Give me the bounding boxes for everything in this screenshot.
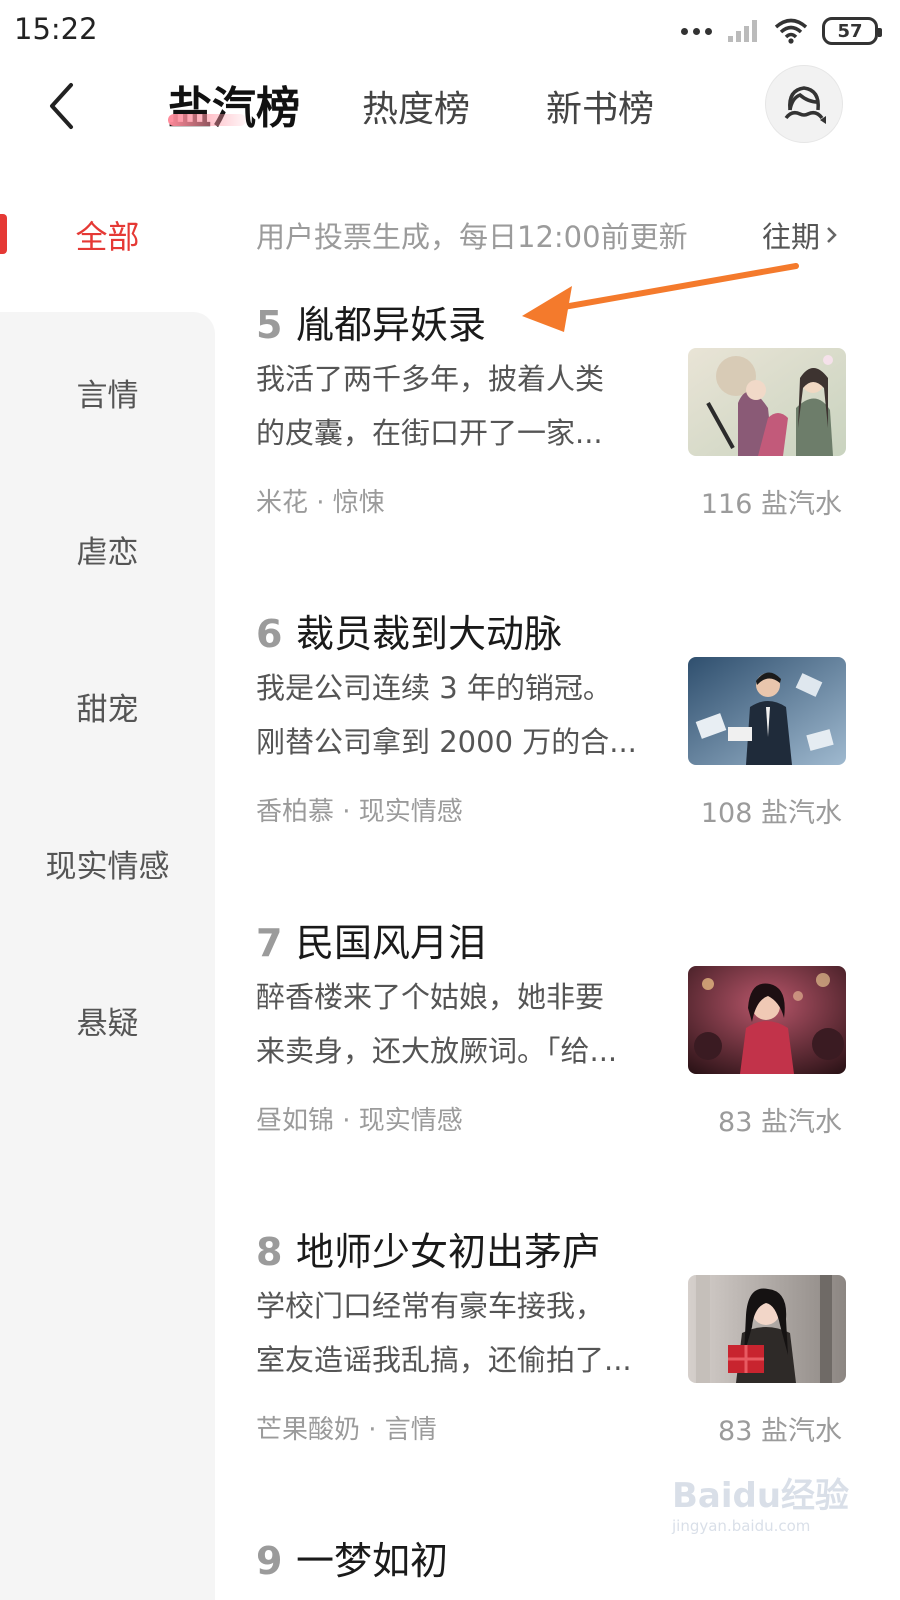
book-cover-image — [688, 657, 846, 765]
book-cover-image — [688, 348, 846, 456]
book-description-line: 室友造谣我乱搞，还偷拍了... — [256, 1343, 632, 1377]
history-link[interactable]: 往期 — [762, 214, 838, 256]
chevron-right-icon — [827, 227, 837, 243]
book-description-line: 学校门口经常有豪车接我， — [256, 1289, 605, 1323]
active-tab-indicator — [168, 114, 246, 126]
book-title-text: 裁员裁到大动脉 — [296, 612, 563, 656]
book-description-line: 醉香楼来了个姑娘，她非要 — [256, 980, 605, 1014]
sidebar-item-suspense[interactable]: 悬疑 — [0, 998, 215, 1043]
book-description-line: 的皮囊，在街口开了一家... — [256, 416, 603, 450]
book-rank: 7 — [256, 921, 283, 965]
baidu-watermark: Baidu经验 jingyan.baidu.com — [672, 1468, 852, 1558]
book-score: 108 盐汽水 — [700, 798, 842, 829]
book-item[interactable]: 6 裁员裁到大动脉 我是公司连续 3 年的销冠。 刚替公司拿到 2000 万的合.… — [256, 603, 846, 853]
book-title-text: 一梦如初 — [296, 1539, 449, 1583]
book-description: 学校门口经常有豪车接我， 室友造谣我乱搞，还偷拍了... — [256, 1279, 656, 1387]
watermark-text: Baidu经验 — [672, 1476, 850, 1516]
book-score: 83 盐汽水 — [718, 1416, 842, 1447]
tab-popularity-chart[interactable]: 热度榜 — [362, 80, 470, 132]
book-description-line: 来卖身，还大放厥词。「给... — [256, 1034, 618, 1068]
book-cover-image — [688, 966, 846, 1074]
book-description-line: 我活了两千多年，披着人类 — [256, 362, 605, 396]
book-title: 8 地师少女初出茅庐 — [256, 1221, 600, 1276]
book-title: 5 胤都异妖录 — [256, 294, 486, 349]
avatar-button[interactable] — [765, 65, 843, 143]
book-description: 我是公司连续 3 年的销冠。 刚替公司拿到 2000 万的合... — [256, 661, 656, 769]
book-rank: 5 — [256, 303, 283, 347]
history-label: 往期 — [762, 220, 821, 254]
book-title-text: 地师少女初出茅庐 — [296, 1230, 601, 1274]
book-title-text: 胤都异妖录 — [296, 303, 487, 347]
watermark-url: jingyan.baidu.com — [672, 1517, 811, 1535]
status-icons: 57 — [681, 14, 882, 48]
back-button[interactable] — [36, 76, 86, 136]
sidebar-item-romance[interactable]: 言情 — [0, 370, 215, 415]
book-item[interactable]: 8 地师少女初出茅庐 学校门口经常有豪车接我， 室友造谣我乱搞，还偷拍了... 芒… — [256, 1221, 846, 1471]
book-meta: 芒果酸奶 · 言情 — [256, 1415, 437, 1445]
book-meta: 昼如锦 · 现实情感 — [256, 1106, 463, 1136]
book-rank: 6 — [256, 612, 283, 656]
book-cover-image — [688, 1275, 846, 1383]
book-meta: 米花 · 惊悚 — [256, 488, 385, 518]
book-score: 83 盐汽水 — [718, 1107, 842, 1138]
book-title: 6 裁员裁到大动脉 — [256, 603, 562, 658]
sidebar-item-realistic[interactable]: 现实情感 — [0, 841, 215, 886]
book-rank: 9 — [256, 1539, 283, 1583]
sidebar-item-angst[interactable]: 虐恋 — [0, 527, 215, 572]
cellular-signal-icon — [728, 20, 757, 42]
back-arrow-icon — [50, 83, 73, 129]
book-item[interactable]: 7 民国风月泪 醉香楼来了个姑娘，她非要 来卖身，还大放厥词。「给... 昼如锦 … — [256, 912, 846, 1162]
book-description: 醉香楼来了个姑娘，她非要 来卖身，还大放厥词。「给... — [256, 970, 656, 1078]
book-meta: 香柏慕 · 现实情感 — [256, 797, 463, 827]
book-title: 9 一梦如初 — [256, 1530, 448, 1585]
sidebar-item-sweet[interactable]: 甜宠 — [0, 684, 215, 729]
status-bar: 15:22 57 — [0, 0, 900, 60]
book-title: 7 民国风月泪 — [256, 912, 486, 967]
top-nav: 盐汽榜 热度榜 新书榜 — [0, 62, 900, 152]
more-dots-icon — [681, 27, 712, 35]
battery-indicator: 57 — [822, 17, 882, 45]
book-description: 我活了两千多年，披着人类 的皮囊，在街口开了一家... — [256, 352, 656, 460]
book-description-line: 我是公司连续 3 年的销冠。 — [256, 671, 612, 705]
tab-salt-soda-chart[interactable]: 盐汽榜 — [168, 72, 300, 136]
sidebar-item-all[interactable]: 全部 — [0, 212, 215, 258]
list-subtitle: 用户投票生成，每日12:00前更新 — [256, 220, 688, 254]
book-rank: 8 — [256, 1230, 283, 1274]
annotation-arrow-icon — [522, 263, 799, 332]
tab-new-books-chart[interactable]: 新书榜 — [546, 80, 654, 132]
book-score: 116 盐汽水 — [700, 489, 842, 520]
wifi-icon — [774, 18, 808, 44]
book-title-text: 民国风月泪 — [296, 921, 487, 965]
category-sidebar — [0, 312, 215, 1600]
status-time: 15:22 — [14, 12, 98, 46]
avatar-icon — [784, 86, 826, 124]
book-description-line: 刚替公司拿到 2000 万的合... — [256, 725, 637, 759]
